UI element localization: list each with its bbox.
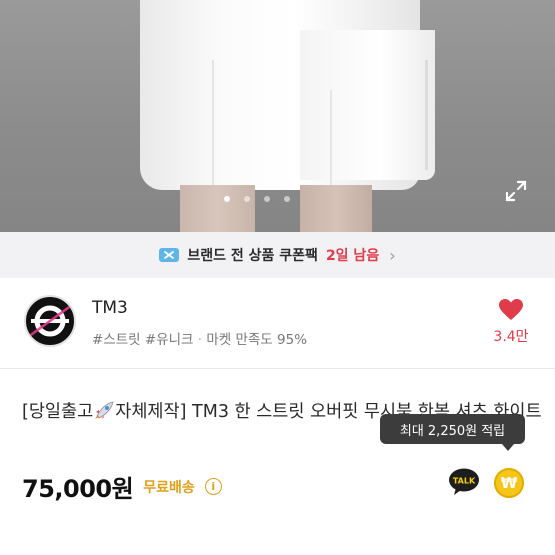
shop-logo[interactable] xyxy=(24,295,76,347)
shirt-seam xyxy=(425,60,428,170)
carousel-dot[interactable] xyxy=(264,196,270,202)
like-count: 3.4만 xyxy=(493,329,529,345)
shirt-seam xyxy=(212,60,214,200)
product-image[interactable] xyxy=(0,0,555,232)
points-tooltip: 최대 2,250원 적립 xyxy=(380,414,525,444)
carousel-dot[interactable] xyxy=(224,196,230,202)
free-shipping-label: 무료배송 xyxy=(143,479,195,496)
tag-separator: · xyxy=(197,332,203,348)
coupon-days-left: 2일 남음 xyxy=(325,248,380,264)
carousel-dot[interactable] xyxy=(284,196,290,202)
kakao-talk-button[interactable]: TALK xyxy=(448,467,480,497)
model-leg xyxy=(180,185,255,232)
shop-tags: #스트릿 #유니크 · 마켓 만족도 95% xyxy=(92,328,307,348)
model-leg xyxy=(300,185,372,232)
coupon-text: 브랜드 전 상품 쿠폰팩 xyxy=(187,248,318,264)
title-prefix: [당일출고 xyxy=(22,402,94,422)
carousel-dot[interactable] xyxy=(244,196,250,202)
tooltip-arrow xyxy=(502,444,514,451)
section-divider xyxy=(0,368,555,369)
rocket-icon xyxy=(95,401,114,419)
shop-info[interactable]: TM3 #스트릿 #유니크 · 마켓 만족도 95% 3.4만 xyxy=(0,278,555,368)
expand-icon[interactable] xyxy=(504,179,528,203)
coupon-banner[interactable]: 브랜드 전 상품 쿠폰팩 2일 남음 › xyxy=(0,232,555,278)
price-row: 75,000원 무료배송 i xyxy=(22,469,222,504)
shirt-seam xyxy=(330,90,332,190)
shop-name[interactable]: TM3 xyxy=(92,298,128,318)
heart-icon[interactable] xyxy=(498,298,524,322)
info-icon[interactable]: i xyxy=(204,478,222,495)
talk-label: TALK xyxy=(453,477,476,486)
chevron-right-icon: › xyxy=(389,245,396,265)
shop-hashtags: #스트릿 #유니크 xyxy=(92,332,194,348)
points-won-button[interactable]: ₩ xyxy=(494,468,524,498)
coupon-ticket-icon xyxy=(159,248,180,262)
shirt-fold-shape xyxy=(300,30,435,180)
market-rating: 마켓 만족도 95% xyxy=(206,332,308,348)
carousel-dots xyxy=(224,196,290,202)
product-price: 75,000원 xyxy=(22,475,134,503)
